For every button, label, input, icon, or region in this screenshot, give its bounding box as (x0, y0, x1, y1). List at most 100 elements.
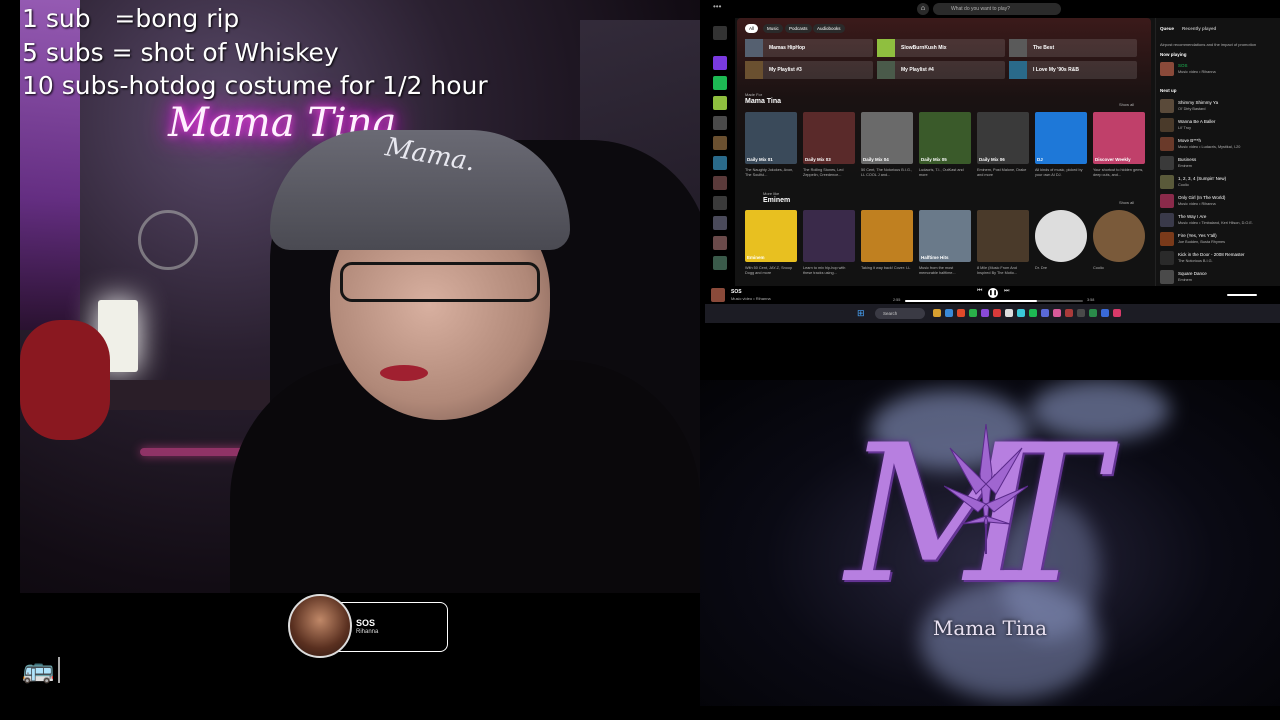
playlist-thumb[interactable] (713, 96, 727, 110)
volume-slider[interactable] (1227, 294, 1257, 296)
menu-icon[interactable]: ••• (713, 2, 721, 11)
card-desc: Learn to mix hip-hop with these tracks u… (803, 266, 846, 275)
show-all-link[interactable]: Show all (1119, 102, 1134, 107)
playlist-thumb[interactable] (713, 216, 727, 230)
mix-card[interactable]: Daily Mix 03 (803, 112, 855, 164)
shortcut-label: I Love My '90s R&B (1033, 67, 1079, 73)
queue-thumb (1160, 175, 1174, 189)
queue-item[interactable]: Business Eminem (1160, 155, 1278, 171)
playlist-thumb[interactable] (713, 156, 727, 170)
queue-item[interactable]: 1, 2, 3, 4 (Sumpin' New) Coolio (1160, 174, 1278, 190)
queue-item[interactable]: Move B***h Music video • Ludacris, Mystik… (1160, 136, 1278, 152)
taskbar-app-icon[interactable] (1053, 309, 1061, 317)
spotify-taskbar-icon[interactable] (1029, 309, 1037, 317)
now-playing-widget: SOS Rihanna (288, 594, 448, 658)
sub-goal-5: 5 subs = shot of Whiskey (22, 38, 339, 67)
chip-all[interactable]: All (745, 24, 759, 33)
shortcut-label: My Playlist #3 (769, 67, 802, 73)
queue-now-playing[interactable]: SOS Music video • Rihanna (1160, 61, 1278, 77)
chip-podcasts[interactable]: Podcasts (785, 24, 812, 33)
taskbar-app-icon[interactable] (981, 309, 989, 317)
shortcut-card[interactable]: SlowBurnKush Mix (877, 39, 1005, 57)
section-title[interactable]: Eminem (763, 197, 790, 204)
taskbar-app-icon[interactable] (1101, 309, 1109, 317)
taskbar-app-icon[interactable] (1065, 309, 1073, 317)
mix-card[interactable]: Daily Mix 01 (745, 112, 797, 164)
queue-thumb (1160, 270, 1174, 284)
search-input[interactable]: What do you want to play? (933, 3, 1061, 15)
mix-card[interactable]: Daily Mix 05 (919, 112, 971, 164)
card-desc: The Rolling Stones, Led Zeppelin, Creede… (803, 168, 844, 177)
taskbar-app-icon[interactable] (1113, 309, 1121, 317)
album-card[interactable] (977, 210, 1029, 262)
shortcut-card[interactable]: The Best (1009, 39, 1137, 57)
playlist-thumb[interactable] (713, 236, 727, 250)
queue-panel: Queue Recently played Airpost recommenda… (1155, 18, 1280, 286)
player-title[interactable]: SOS (731, 289, 742, 295)
taskbar-app-icon[interactable] (1041, 309, 1049, 317)
dj-card[interactable]: DJ (1035, 112, 1087, 164)
queue-item[interactable]: Square Dance Eminem (1160, 269, 1278, 285)
playlist-thumb[interactable] (713, 176, 727, 190)
artist-card-dr-dre[interactable] (1035, 210, 1087, 262)
taskbar-app-icon[interactable] (1089, 309, 1097, 317)
queue-thumb (1160, 213, 1174, 227)
taskbar-search[interactable]: Search (875, 308, 925, 319)
playlist-thumb[interactable] (713, 136, 727, 150)
taskbar-app-icon[interactable] (1005, 309, 1013, 317)
tab-recently-played[interactable]: Recently played (1182, 26, 1216, 31)
spotify-window: ••• ⌂ What do you want to play? All Musi… (705, 0, 1280, 323)
queue-item[interactable]: Shimmy Shimmy Ya Ol' Dirty Bastard (1160, 98, 1278, 114)
card-desc: 8 Mile (Music From And Inspired By The M… (977, 266, 1018, 275)
shortcut-thumb (1009, 39, 1027, 57)
shortcut-card[interactable]: My Playlist #4 (877, 61, 1005, 79)
card-desc: Coolio (1093, 266, 1104, 270)
previous-icon[interactable]: ⏮ (977, 288, 982, 295)
pause-button[interactable]: ❚❚ (988, 288, 998, 298)
playlist-card[interactable]: Halftime Hits (919, 210, 971, 262)
progress-bar[interactable] (905, 300, 1083, 302)
discover-weekly-card[interactable]: Discover Weekly (1093, 112, 1145, 164)
playlist-card[interactable] (861, 210, 913, 262)
taskbar-app-icon[interactable] (993, 309, 1001, 317)
artist-card-coolio[interactable] (1093, 210, 1145, 262)
queue-thumb (1160, 137, 1174, 151)
shortcut-card[interactable]: I Love My '90s R&B (1009, 61, 1137, 79)
taskbar-app-icon[interactable] (969, 309, 977, 317)
playlist-card[interactable] (803, 210, 855, 262)
chip-audiobooks[interactable]: Audiobooks (813, 24, 845, 33)
chip-music[interactable]: Music (763, 24, 783, 33)
tab-queue[interactable]: Queue (1160, 26, 1174, 31)
windows-start-icon[interactable]: ⊞ (857, 308, 867, 318)
queue-item[interactable]: Wanna Be A Baller Lil' Troy (1160, 117, 1278, 133)
windows-taskbar: ⊞ Search (705, 304, 1280, 323)
mix-card[interactable]: Daily Mix 04 (861, 112, 913, 164)
shortcut-card[interactable]: My Playlist #3 (745, 61, 873, 79)
queue-item[interactable]: Kick in the Door - 2008 Remaster The Noto… (1160, 250, 1278, 266)
home-icon[interactable]: ⌂ (917, 3, 929, 15)
next-icon[interactable]: ⏭ (1004, 288, 1009, 295)
artist-card[interactable]: Eminem (745, 210, 797, 262)
taskbar-app-icon[interactable] (1017, 309, 1025, 317)
show-all-link[interactable]: Show all (1119, 200, 1134, 205)
taskbar-app-icon[interactable] (957, 309, 965, 317)
taskbar-app-icon[interactable] (933, 309, 941, 317)
library-icon[interactable] (713, 26, 727, 40)
queue-item[interactable]: Fire (Yes, Yes Y'all) Joe Budden, Busta R… (1160, 231, 1278, 247)
shortcut-card[interactable]: Mamas HipHop (745, 39, 873, 57)
mix-card[interactable]: Daily Mix 06 (977, 112, 1029, 164)
taskbar-app-icon[interactable] (945, 309, 953, 317)
playlist-thumb[interactable] (713, 76, 727, 90)
playlist-thumb[interactable] (713, 196, 727, 210)
section-title[interactable]: Mama Tina (745, 98, 781, 105)
liked-songs-icon[interactable] (713, 56, 727, 70)
playlist-thumb[interactable] (713, 256, 727, 270)
now-playing-heading: Now playing (1160, 52, 1187, 57)
logo-name: Mama Tina (932, 616, 1048, 640)
next-up-heading: Next up (1160, 88, 1177, 93)
section-kicker: More like (763, 191, 780, 196)
queue-item[interactable]: The Way I Are Music video • Timbaland, Ke… (1160, 212, 1278, 228)
playlist-thumb[interactable] (713, 116, 727, 130)
queue-item[interactable]: Only Girl (In The World) Music video • Ri… (1160, 193, 1278, 209)
taskbar-app-icon[interactable] (1077, 309, 1085, 317)
